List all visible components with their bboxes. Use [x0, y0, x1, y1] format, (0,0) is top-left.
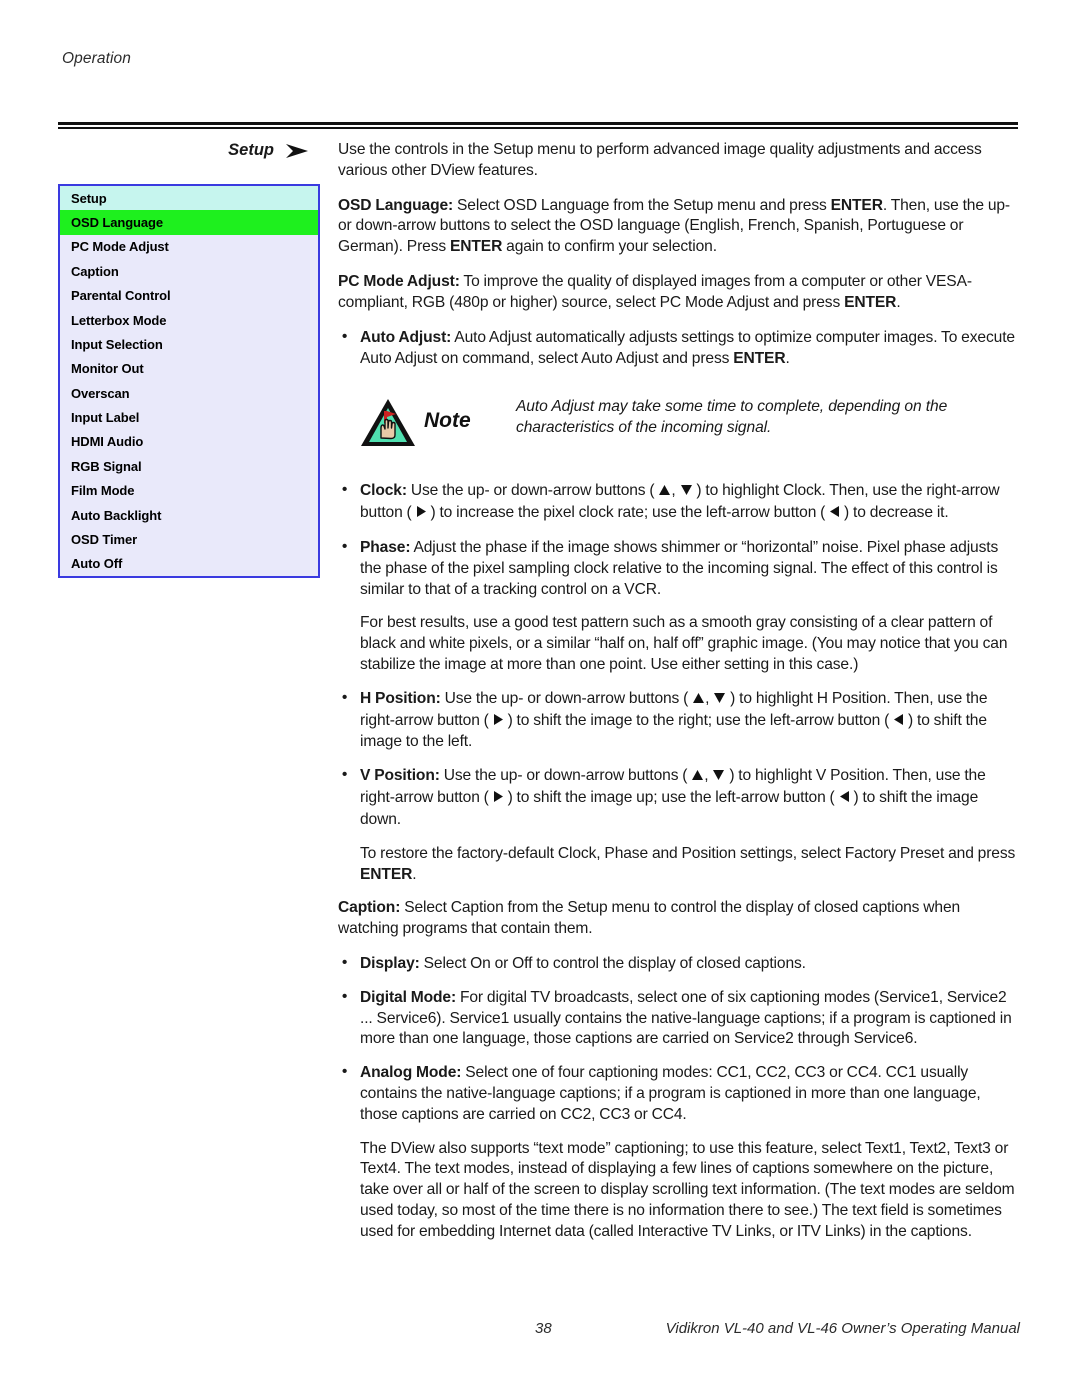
- osd-menu-item-input-label[interactable]: Input Label: [60, 405, 318, 429]
- clock-text-5: ) to decrease it.: [840, 504, 949, 522]
- osd-menu-title: Setup: [60, 186, 318, 211]
- up-arrow-icon: [691, 767, 704, 788]
- analog-mode-bullet: Analog Mode: Select one of four captioni…: [338, 1062, 1020, 1125]
- left-arrow-icon: [829, 504, 840, 525]
- clock-text-1: Use the up- or down-arrow buttons (: [406, 482, 659, 500]
- clock-text-4: ) to increase the pixel clock rate; use …: [426, 504, 830, 522]
- hpos-text-1: Use the up- or down-arrow buttons (: [440, 689, 693, 707]
- osd-menu-item-rgb-signal[interactable]: RGB Signal: [60, 454, 318, 478]
- caption-paragraph: Caption: Select Caption from the Setup m…: [338, 898, 1020, 940]
- clock-term: Clock:: [360, 482, 407, 500]
- left-arrow-icon: [893, 712, 904, 733]
- auto-adjust-text-2: .: [785, 349, 790, 367]
- down-arrow-icon: [680, 482, 693, 503]
- right-arrowhead-icon: [284, 143, 310, 159]
- vpos-text-1: Use the up- or down-arrow buttons (: [439, 767, 692, 785]
- auto-adjust-text-1: Auto Adjust automatically adjusts settin…: [360, 328, 1015, 367]
- display-text: Select On or Off to control the display …: [419, 954, 806, 972]
- osd-menu-item-auto-off[interactable]: Auto Off: [60, 552, 318, 576]
- phase-bullet: Phase: Adjust the phase if the image sho…: [338, 537, 1020, 600]
- osd-menu-item-monitor-out[interactable]: Monitor Out: [60, 357, 318, 381]
- vpos-text-4: ) to shift the image up; use the left-ar…: [503, 789, 839, 807]
- note-label: Note: [424, 409, 471, 433]
- manual-title: Vidikron VL-40 and VL-46 Owner’s Operati…: [665, 1320, 1020, 1337]
- osd-menu-item-hdmi-audio[interactable]: HDMI Audio: [60, 430, 318, 454]
- osd-menu-item-pc-mode-adjust[interactable]: PC Mode Adjust: [60, 235, 318, 259]
- osd-menu-item-osd-language[interactable]: OSD Language: [60, 210, 318, 235]
- factory-preset-paragraph: To restore the factory-default Clock, Ph…: [338, 844, 1020, 886]
- right-arrow-icon: [493, 789, 504, 810]
- clock-text-2: ,: [671, 482, 680, 500]
- osd-menu-item-parental-control[interactable]: Parental Control: [60, 284, 318, 308]
- down-arrow-icon: [713, 690, 726, 711]
- osd-menu-item-overscan[interactable]: Overscan: [60, 381, 318, 405]
- enter-key-1: ENTER: [830, 196, 883, 214]
- right-arrow-icon: [493, 712, 504, 733]
- hpos-text-4: ) to shift the image to the right; use t…: [503, 711, 894, 729]
- right-arrow-icon: [416, 504, 427, 525]
- left-arrow-icon: [839, 789, 850, 810]
- left-column: Setup Setup OSD Language PC Mode Adjust …: [58, 140, 320, 578]
- note-callout: Note Auto Adjust may take some time to c…: [338, 393, 1020, 455]
- osd-setup-menu[interactable]: Setup OSD Language PC Mode Adjust Captio…: [58, 184, 320, 578]
- osd-menu-item-film-mode[interactable]: Film Mode: [60, 479, 318, 503]
- osd-menu-item-osd-timer[interactable]: OSD Timer: [60, 527, 318, 551]
- page-number: 38: [535, 1320, 552, 1337]
- header-divider: [58, 122, 1018, 129]
- section-heading-label: Setup: [228, 141, 274, 159]
- warning-triangle-hand-icon: [361, 399, 415, 447]
- enter-key-2: ENTER: [449, 238, 503, 256]
- digital-mode-term: Digital Mode:: [360, 988, 457, 1006]
- phase-text: Adjust the phase if the image shows shim…: [360, 538, 999, 598]
- h-position-bullet: H Position: Use the up- or down-arrow bu…: [338, 688, 1020, 753]
- pc-mode-term: PC Mode Adjust:: [338, 273, 460, 291]
- down-arrow-icon: [712, 767, 725, 788]
- v-position-bullet: V Position: Use the up- or down-arrow bu…: [338, 765, 1020, 830]
- pc-mode-adjust-paragraph: PC Mode Adjust: To improve the quality o…: [338, 272, 1020, 314]
- osd-menu-item-input-selection[interactable]: Input Selection: [60, 332, 318, 356]
- enter-key-5: ENTER: [360, 865, 413, 883]
- factory-text-2: .: [412, 865, 417, 883]
- intro-paragraph: Use the controls in the Setup menu to pe…: [338, 141, 982, 179]
- divider-thin-line: [58, 127, 1018, 129]
- best-results-paragraph: For best results, use a good test patter…: [360, 614, 1008, 673]
- osd-menu-item-auto-backlight[interactable]: Auto Backlight: [60, 503, 318, 527]
- osd-language-text-1: Select OSD Language from the Setup menu …: [453, 196, 831, 214]
- vpos-text-2: ,: [704, 767, 713, 785]
- text-mode-paragraph: The DView also supports “text mode” capt…: [360, 1139, 1015, 1240]
- page-footer: 38 Vidikron VL-40 and VL-46 Owner’s Oper…: [58, 1320, 1020, 1342]
- phase-term: Phase:: [360, 538, 411, 556]
- note-icon-group: Note: [358, 397, 508, 449]
- body-column: Use the controls in the Setup menu to pe…: [338, 140, 1020, 1256]
- v-position-term: V Position:: [360, 767, 440, 785]
- caption-text: Select Caption from the Setup menu to co…: [338, 899, 961, 938]
- section-heading: Setup: [58, 140, 320, 162]
- hpos-text-2: ,: [705, 689, 714, 707]
- osd-language-paragraph: OSD Language: Select OSD Language from t…: [338, 196, 1020, 258]
- osd-language-term: OSD Language:: [338, 196, 454, 214]
- caption-term: Caption:: [338, 899, 401, 917]
- analog-mode-term: Analog Mode:: [360, 1064, 462, 1082]
- digital-mode-text: For digital TV broadcasts, select one of…: [360, 988, 1012, 1048]
- enter-key-3: ENTER: [844, 293, 897, 311]
- osd-menu-item-caption[interactable]: Caption: [60, 259, 318, 283]
- osd-language-text-3: again to confirm your selection.: [502, 238, 717, 256]
- auto-adjust-bullet: Auto Adjust: Auto Adjust automatically a…: [338, 327, 1020, 370]
- osd-menu-item-letterbox-mode[interactable]: Letterbox Mode: [60, 308, 318, 332]
- running-head: Operation: [62, 50, 131, 67]
- auto-adjust-term: Auto Adjust:: [360, 328, 452, 346]
- up-arrow-icon: [692, 690, 705, 711]
- display-term: Display:: [360, 954, 420, 972]
- enter-key-4: ENTER: [733, 349, 786, 367]
- note-text: Auto Adjust may take some time to comple…: [516, 398, 948, 437]
- display-bullet: Display: Select On or Off to control the…: [338, 953, 1020, 975]
- digital-mode-bullet: Digital Mode: For digital TV broadcasts,…: [338, 987, 1020, 1050]
- factory-text-1: To restore the factory-default Clock, Ph…: [360, 844, 1016, 862]
- pc-mode-text-2: .: [896, 293, 901, 311]
- h-position-term: H Position:: [360, 689, 441, 707]
- up-arrow-icon: [658, 482, 671, 503]
- clock-bullet: Clock: Use the up- or down-arrow buttons…: [338, 480, 1020, 525]
